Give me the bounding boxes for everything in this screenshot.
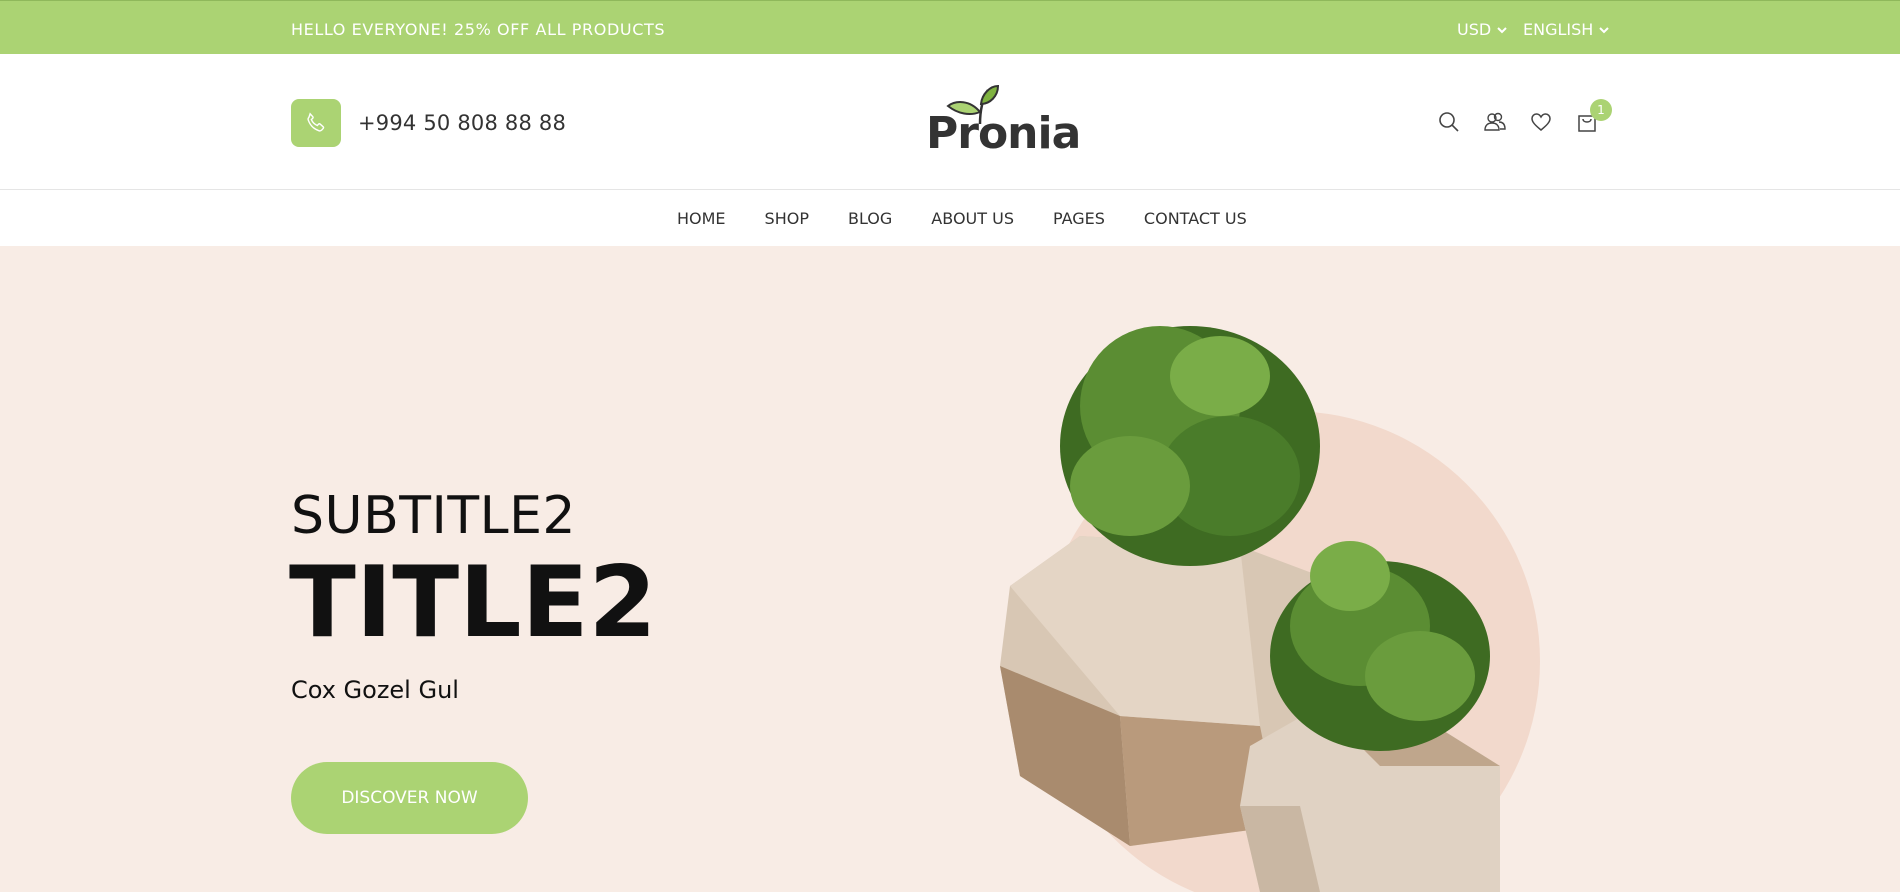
logo-text: Pronia (926, 108, 1081, 159)
promo-text: HELLO EVERYONE! 25% OFF ALL PRODUCTS (291, 20, 666, 39)
language-label: ENGLISH (1523, 20, 1594, 39)
hero-subtitle: SUBTITLE2 (291, 486, 577, 546)
cart-count-badge: 1 (1590, 99, 1612, 121)
chevron-down-icon (1599, 26, 1610, 33)
hero-description: Cox Gozel Gul (291, 676, 459, 704)
account-button[interactable] (1482, 109, 1508, 135)
search-icon (1439, 112, 1459, 132)
nav-item-contact-us[interactable]: CONTACT US (1144, 209, 1247, 228)
nav-item-pages[interactable]: PAGES (1053, 209, 1105, 228)
announcement-bar: HELLO EVERYONE! 25% OFF ALL PRODUCTS USD… (0, 0, 1900, 54)
header-actions: 1 (1436, 99, 1612, 135)
nav-item-blog[interactable]: BLOG (848, 209, 892, 228)
phone-icon-box[interactable] (291, 99, 341, 147)
currency-selector[interactable]: USD (1457, 20, 1507, 39)
logo[interactable]: Pronia (920, 82, 1081, 159)
language-selector[interactable]: ENGLISH (1523, 20, 1610, 39)
nav-item-about-us[interactable]: ABOUT US (931, 209, 1014, 228)
large-plant-foliage (1060, 326, 1320, 566)
site-header: +994 50 808 88 88 Pronia 1 (0, 54, 1900, 190)
nav-item-home[interactable]: HOME (677, 209, 726, 228)
cart-button[interactable]: 1 (1574, 99, 1612, 135)
phone-number[interactable]: +994 50 808 88 88 (358, 111, 566, 135)
heart-icon (1531, 113, 1551, 131)
search-button[interactable] (1436, 109, 1462, 135)
nav-item-shop[interactable]: SHOP (765, 209, 809, 228)
phone-icon (307, 112, 325, 132)
discover-now-button[interactable]: DISCOVER NOW (291, 762, 528, 834)
main-navigation: HOME SHOP BLOG ABOUT US PAGES CONTACT US (0, 190, 1900, 246)
wishlist-button[interactable] (1528, 109, 1554, 135)
hero-slider: SUBTITLE2 TITLE2 Cox Gozel Gul DISCOVER … (0, 246, 1900, 892)
user-icon (1484, 112, 1506, 131)
chevron-down-icon (1497, 26, 1507, 33)
currency-label: USD (1457, 20, 1492, 39)
hero-plant-image (1000, 326, 1540, 892)
hero-title: TITLE2 (289, 546, 657, 660)
